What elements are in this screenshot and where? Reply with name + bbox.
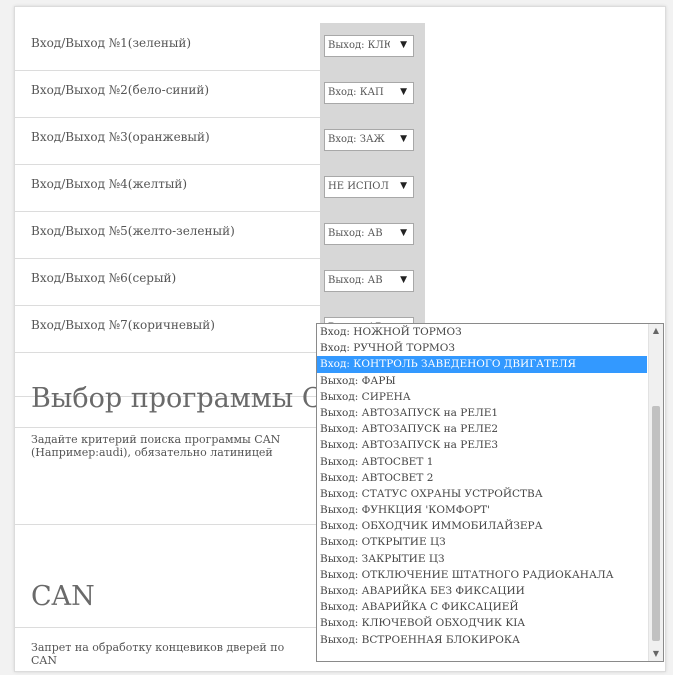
dropdown-scrollbar[interactable]: ▲ ▼ [648,324,663,661]
select-value: Вход: ЗАЖ [328,134,385,145]
chevron-down-icon: ▼ [400,40,407,50]
io-row-label: Вход/Выход №2(бело-синий) [31,83,210,97]
can-section-description: Запрет на обработку концевиков дверей по… [31,641,285,667]
chevron-down-icon: ▼ [400,228,407,238]
io-2-select[interactable]: Вход: КАП ▼ [324,82,414,104]
io-4-select[interactable]: НЕ ИСПОЛ ▼ [324,176,414,198]
io-row-4: Вход/Выход №4(желтый) [15,164,320,212]
io-row-label: Вход/Выход №1(зеленый) [31,36,192,50]
dropdown-option[interactable]: Выход: СТАТУС ОХРАНЫ УСТРОЙСТВА [317,486,647,502]
dropdown-option[interactable]: Выход: ФАРЫ [317,373,647,389]
scrollbar-thumb[interactable] [652,406,660,641]
dropdown-option[interactable]: Выход: АВАРИЙКА С ФИКСАЦИЕЙ [317,599,647,615]
select-value: Выход: АВ [328,275,383,286]
dropdown-option[interactable]: Выход: АВАРИЙКА БЕЗ ФИКСАЦИИ [317,583,647,599]
dropdown-option[interactable]: Выход: АВТОЗАПУСК на РЕЛЕ1 [317,405,647,421]
scroll-up-arrow-icon[interactable]: ▲ [649,324,663,338]
dropdown-option[interactable]: Выход: ФУНКЦИЯ 'КОМФОРТ' [317,502,647,518]
io-row-3: Вход/Выход №3(оранжевый) [15,117,320,165]
io-row-5: Вход/Выход №5(желто-зеленый) [15,211,320,259]
io-row-7: Вход/Выход №7(коричневый) [15,305,320,353]
io-row-label: Вход/Выход №7(коричневый) [31,318,215,332]
dropdown-option[interactable]: Выход: СИРЕНА [317,389,647,405]
dropdown-option[interactable]: Выход: АВТОСВЕТ 2 [317,470,647,486]
io-5-select[interactable]: Выход: АВ ▼ [324,223,414,245]
dropdown-option[interactable]: Выход: АВТОЗАПУСК на РЕЛЕ2 [317,421,647,437]
dropdown-option[interactable]: Вход: КОНТРОЛЬ ЗАВЕДЕНОГО ДВИГАТЕЛЯ [317,356,647,373]
io-row-label: Вход/Выход №5(желто-зеленый) [31,224,235,238]
io-select-cell: НЕ ИСПОЛ ▼ [320,164,425,212]
chevron-down-icon: ▼ [400,87,407,97]
io-1-select[interactable]: Выход: КЛЮ ▼ [324,35,414,57]
chevron-down-icon: ▼ [400,275,407,285]
dropdown-option[interactable]: Выход: ОТКЛЮЧЕНИЕ ШТАТНОГО РАДИОКАНАЛА [317,567,647,583]
divider [15,627,320,628]
scroll-down-arrow-icon[interactable]: ▼ [649,647,663,661]
dropdown-option[interactable]: Выход: АВТОСВЕТ 1 [317,454,647,470]
select-value: Выход: КЛЮ [328,40,390,51]
io7-dropdown-list[interactable]: Вход: НОЖНОЙ ТОРМОЗ Вход: РУЧНОЙ ТОРМОЗ Вх… [316,323,664,662]
io-select-cell: Вход: КАП ▼ [320,70,425,118]
select-value: НЕ ИСПОЛ [328,181,389,192]
dropdown-option[interactable]: Выход: ЗАКРЫТИЕ ЦЗ [317,551,647,567]
chevron-down-icon: ▼ [400,134,407,144]
select-value: Вход: КАП [328,87,384,98]
io-6-select[interactable]: Выход: АВ ▼ [324,270,414,292]
select-value: Выход: АВ [328,228,383,239]
io-select-cell: Вход: ЗАЖ ▼ [320,117,425,165]
io-row-2: Вход/Выход №2(бело-синий) [15,70,320,118]
dropdown-option[interactable]: Выход: ОБХОДЧИК ИММОБИЛАЙЗЕРА [317,518,647,534]
io-row-label: Вход/Выход №3(оранжевый) [31,130,210,144]
io-row-label: Вход/Выход №6(серый) [31,271,177,285]
program-section-description: Задайте критерий поиска программы CAN (Н… [31,433,281,459]
dropdown-option[interactable]: Выход: АВТОЗАПУСК на РЕЛЕ3 [317,437,647,453]
io-row-6: Вход/Выход №6(серый) [15,258,320,306]
dropdown-option[interactable]: Выход: КЛЮЧЕВОЙ ОБХОДЧИК KIA [317,615,647,631]
io-select-cell: Выход: АВ ▼ [320,211,425,259]
divider [15,524,320,525]
io-row-label: Вход/Выход №4(желтый) [31,177,188,191]
io-row-1: Вход/Выход №1(зеленый) [15,23,320,71]
dropdown-items: Вход: НОЖНОЙ ТОРМОЗ Вход: РУЧНОЙ ТОРМОЗ Вх… [317,324,663,648]
divider [15,427,320,428]
program-section-title: Выбор программы С [31,383,323,414]
dropdown-option[interactable]: Вход: НОЖНОЙ ТОРМОЗ [317,324,647,340]
io-select-cell: Выход: КЛЮ ▼ [320,23,425,71]
can-section-title: CAN [31,581,95,612]
dropdown-option[interactable]: Выход: ОТКРЫТИЕ ЦЗ [317,534,647,550]
dropdown-option[interactable]: Вход: РУЧНОЙ ТОРМОЗ [317,340,647,356]
io-select-cell: Выход: АВ ▼ [320,258,425,306]
chevron-down-icon: ▼ [400,181,407,191]
io-3-select[interactable]: Вход: ЗАЖ ▼ [324,129,414,151]
dropdown-option[interactable]: Выход: ВСТРОЕННАЯ БЛОКИРОКА [317,632,647,648]
